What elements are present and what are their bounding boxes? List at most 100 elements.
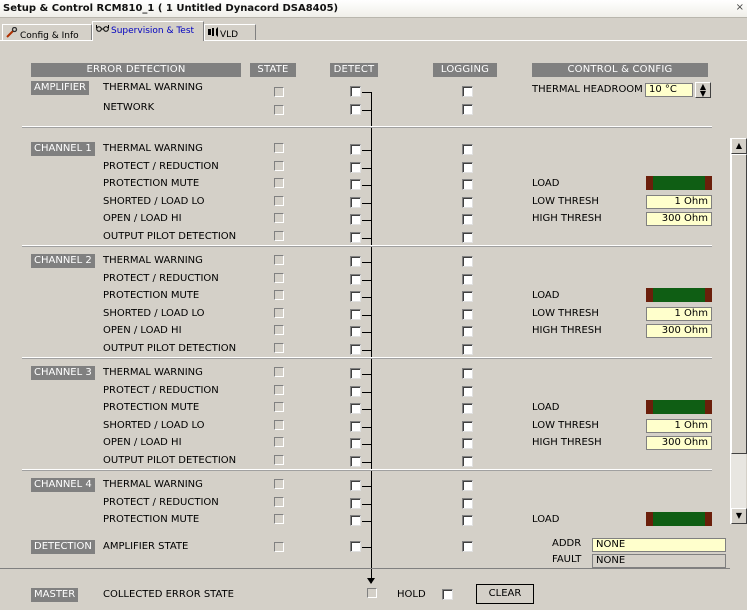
- low-thresh-field[interactable]: 1 Ohm: [646, 307, 712, 321]
- row-label: PROTECTION MUTE: [103, 290, 200, 301]
- detect-checkbox[interactable]: [350, 515, 361, 526]
- detect-connector: [362, 374, 371, 375]
- detect-checkbox[interactable]: [350, 403, 361, 414]
- logging-checkbox[interactable]: [462, 456, 473, 467]
- detect-checkbox[interactable]: [350, 498, 361, 509]
- row-label: AMPLIFIER STATE: [103, 541, 189, 552]
- addr-label: ADDR: [552, 538, 582, 549]
- detect-connector: [362, 486, 371, 487]
- logging-checkbox[interactable]: [462, 498, 473, 509]
- load-label: LOAD: [532, 290, 560, 301]
- detect-connector: [362, 220, 371, 221]
- state-checkbox: [274, 385, 284, 395]
- state-checkbox: [274, 255, 284, 265]
- header-logging: LOGGING: [433, 63, 497, 77]
- hold-checkbox[interactable]: [442, 589, 453, 600]
- logging-checkbox[interactable]: [462, 480, 473, 491]
- logging-checkbox[interactable]: [462, 515, 473, 526]
- collected-state-indicator: [367, 588, 377, 598]
- detect-checkbox[interactable]: [350, 386, 361, 397]
- logging-checkbox[interactable]: [462, 291, 473, 302]
- detect-checkbox[interactable]: [350, 456, 361, 467]
- high-thresh-label: HIGH THRESH: [532, 325, 602, 336]
- detect-checkbox[interactable]: [350, 438, 361, 449]
- high-thresh-field[interactable]: 300 Ohm: [646, 436, 712, 450]
- thermal-headroom-field[interactable]: 10 °C: [645, 83, 693, 97]
- amplifier-tag: AMPLIFIER: [31, 81, 89, 95]
- detect-checkbox[interactable]: [350, 421, 361, 432]
- logging-checkbox[interactable]: [462, 274, 473, 285]
- row-label: PROTECTION MUTE: [103, 514, 200, 525]
- detect-checkbox[interactable]: [350, 104, 361, 115]
- clear-button[interactable]: CLEAR: [476, 584, 534, 604]
- detect-checkbox[interactable]: [350, 291, 361, 302]
- row-label: THERMAL WARNING: [103, 255, 203, 266]
- logging-checkbox[interactable]: [462, 197, 473, 208]
- logging-checkbox[interactable]: [462, 438, 473, 449]
- state-checkbox: [274, 290, 284, 300]
- tab-supervision-test[interactable]: Supervision & Test: [92, 21, 204, 41]
- detect-checkbox[interactable]: [350, 179, 361, 190]
- detect-checkbox[interactable]: [350, 480, 361, 491]
- detect-connector: [362, 444, 371, 445]
- detect-checkbox[interactable]: [350, 309, 361, 320]
- detect-checkbox[interactable]: [350, 541, 361, 552]
- logging-checkbox[interactable]: [462, 421, 473, 432]
- scroll-thumb[interactable]: [731, 154, 747, 454]
- logging-checkbox[interactable]: [462, 368, 473, 379]
- detect-connector: [362, 315, 371, 316]
- logging-checkbox[interactable]: [462, 104, 473, 115]
- detect-checkbox[interactable]: [350, 368, 361, 379]
- high-thresh-field[interactable]: 300 Ohm: [646, 212, 712, 226]
- logging-checkbox[interactable]: [462, 309, 473, 320]
- row-label: OUTPUT PILOT DETECTION: [103, 455, 237, 466]
- scroll-up-icon[interactable]: ▲: [731, 138, 747, 154]
- detect-checkbox[interactable]: [350, 86, 361, 97]
- logging-checkbox[interactable]: [462, 256, 473, 267]
- logging-checkbox[interactable]: [462, 179, 473, 190]
- detect-checkbox[interactable]: [350, 214, 361, 225]
- low-thresh-field[interactable]: 1 Ohm: [646, 419, 712, 433]
- detect-connector: [362, 392, 371, 393]
- addr-field: NONE: [592, 538, 726, 552]
- detect-checkbox[interactable]: [350, 197, 361, 208]
- state-checkbox: [274, 420, 284, 430]
- thermal-headroom-spinner[interactable]: ▲ ▼: [695, 82, 711, 98]
- logging-checkbox[interactable]: [462, 144, 473, 155]
- high-thresh-field[interactable]: 300 Ohm: [646, 324, 712, 338]
- glasses-icon: [96, 24, 109, 36]
- logging-checkbox[interactable]: [462, 403, 473, 414]
- row-label: THERMAL WARNING: [103, 367, 203, 378]
- detect-checkbox[interactable]: [350, 232, 361, 243]
- logging-checkbox[interactable]: [462, 386, 473, 397]
- row-label: OUTPUT PILOT DETECTION: [103, 231, 237, 242]
- low-thresh-field[interactable]: 1 Ohm: [646, 195, 712, 209]
- detect-connector: [362, 297, 371, 298]
- detect-checkbox[interactable]: [350, 344, 361, 355]
- logging-checkbox[interactable]: [462, 326, 473, 337]
- logging-checkbox[interactable]: [462, 232, 473, 243]
- scroll-down-icon[interactable]: ▼: [731, 508, 747, 524]
- state-checkbox: [274, 479, 284, 489]
- detect-connector: [362, 350, 371, 351]
- detect-checkbox[interactable]: [350, 144, 361, 155]
- tab-config-info[interactable]: Config & Info: [2, 24, 92, 41]
- detect-checkbox[interactable]: [350, 162, 361, 173]
- detect-checkbox[interactable]: [350, 274, 361, 285]
- state-checkbox: [274, 367, 284, 377]
- vertical-scrollbar[interactable]: ▲ ▼: [730, 138, 747, 524]
- close-icon[interactable]: ×: [736, 2, 744, 13]
- detect-checkbox[interactable]: [350, 256, 361, 267]
- detect-checkbox[interactable]: [350, 326, 361, 337]
- row-label: OUTPUT PILOT DETECTION: [103, 343, 237, 354]
- logging-checkbox[interactable]: [462, 86, 473, 97]
- logging-checkbox[interactable]: [462, 214, 473, 225]
- hold-label: HOLD: [397, 589, 426, 600]
- logging-checkbox[interactable]: [462, 162, 473, 173]
- tab-vld[interactable]: VLD: [204, 24, 256, 41]
- row-label: SHORTED / LOAD LO: [103, 308, 205, 319]
- logging-checkbox[interactable]: [462, 541, 473, 552]
- section-divider: [22, 469, 712, 471]
- logging-checkbox[interactable]: [462, 344, 473, 355]
- section-divider: [22, 357, 712, 359]
